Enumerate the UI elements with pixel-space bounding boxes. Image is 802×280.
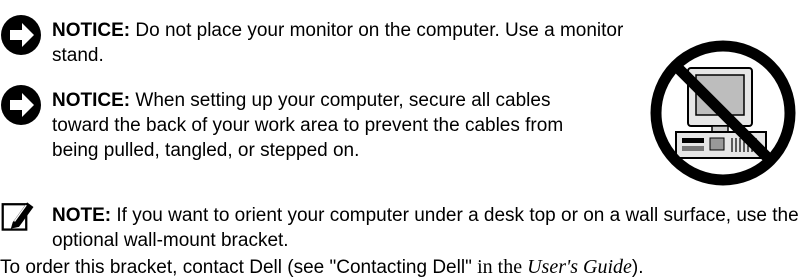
note-1-text: NOTE: If you want to orient your compute… (52, 203, 802, 253)
notice-arrow-icon (1, 15, 41, 55)
notice-arrow-icon (1, 85, 41, 125)
note-1-tail-prefix: To order this bracket, contact Dell (see… (0, 257, 478, 278)
pencil-note-icon (1, 202, 34, 231)
notice-2-text: NOTICE: When setting up your computer, s… (52, 88, 612, 163)
notice-1-body: Do not place your monitor on the compute… (52, 20, 624, 66)
note-1-body: If you want to orient your computer unde… (52, 205, 799, 251)
note-1-label: NOTE: (52, 205, 112, 226)
users-guide-reference: User's Guide (527, 256, 632, 278)
notice-1-label: NOTICE: (52, 20, 131, 41)
note-1-tail-end: ). (631, 257, 644, 278)
note-1-tail-in: in the (477, 256, 528, 278)
no-monitor-on-computer-icon (650, 40, 796, 186)
notice-1-text: NOTICE: Do not place your monitor on the… (52, 18, 652, 68)
notice-2-label: NOTICE: (52, 90, 131, 111)
note-1-continuation: To order this bracket, contact Dell (see… (0, 255, 802, 280)
